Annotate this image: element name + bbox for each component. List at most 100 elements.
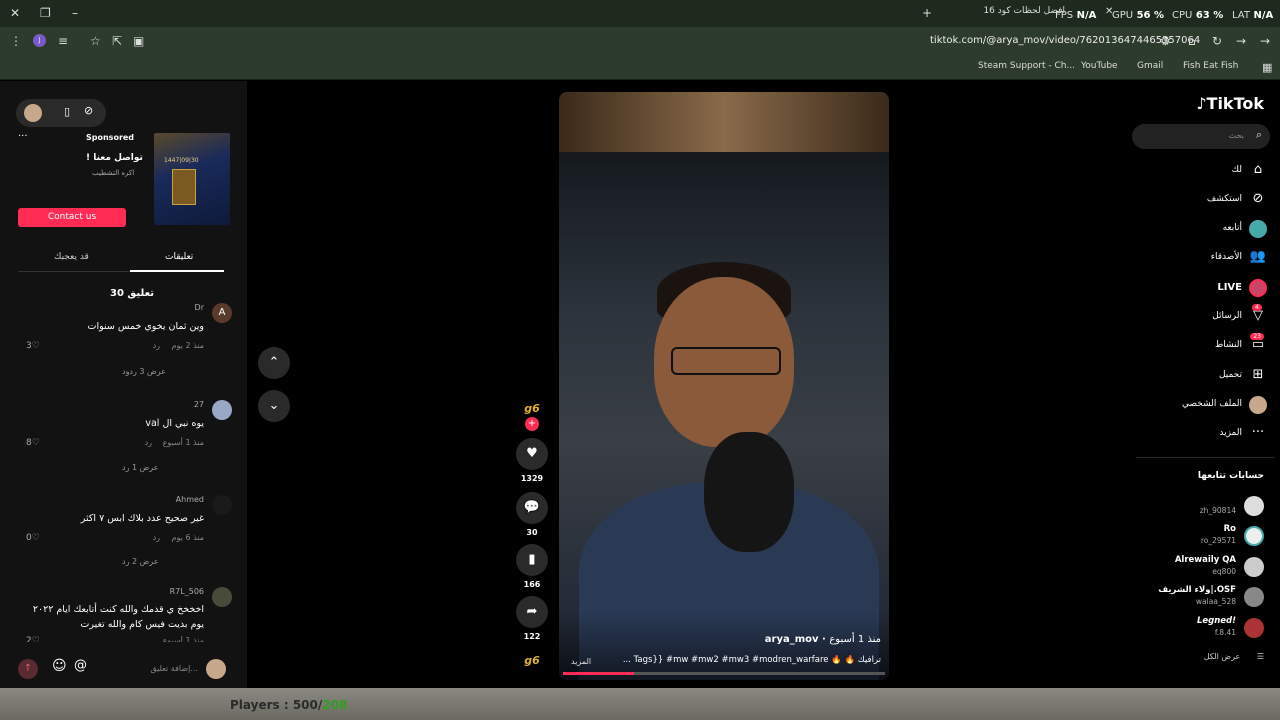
home-icon[interactable]: ⌂	[1188, 34, 1196, 48]
search-icon[interactable]: ⌕	[1256, 128, 1262, 142]
tiktok-logo[interactable]: ♪TikTok	[1196, 94, 1264, 113]
comment-author[interactable]: 27	[194, 400, 204, 409]
minimize-window-icon[interactable]: –	[72, 6, 78, 20]
restore-window-icon[interactable]: ❐	[40, 6, 51, 20]
avatar[interactable]	[24, 104, 42, 122]
game-overlay-bar: Players : 500/208	[0, 688, 1280, 720]
video-player[interactable]: arya_mov · منذ 1 أسبوع ترافيك 🔥 🔥 Tags}}…	[559, 92, 889, 680]
video-description: ترافيك 🔥 🔥 Tags}} #mw #mw2 #mw3 #modren_…	[622, 655, 881, 665]
like-button[interactable]: ♥	[516, 438, 548, 470]
bookmark-button[interactable]: ▮	[516, 544, 548, 576]
comment-time: منذ 6 يوم	[171, 533, 204, 542]
avatar[interactable]	[212, 400, 232, 420]
close-window-icon[interactable]: ✕	[10, 6, 20, 20]
star-icon[interactable]: ☆	[90, 34, 101, 48]
user-pill[interactable]: ▯ ⊘	[16, 99, 106, 127]
nav-explore[interactable]: استكشف ⊘	[1134, 190, 1274, 212]
contact-us-button[interactable]: Contact us	[18, 208, 126, 227]
emoji-icon[interactable]: ☺	[52, 658, 67, 674]
following-avatar	[1249, 220, 1267, 238]
nav-friends[interactable]: الأصدقاء 👥	[1134, 248, 1274, 270]
previous-video-button[interactable]: ⌃	[258, 347, 290, 379]
extensions-icon[interactable]: ▣	[133, 34, 144, 48]
video-author[interactable]: arya_mov · منذ 1 أسبوع	[765, 634, 881, 645]
compass-icon: ⊘	[1252, 191, 1264, 206]
following-item[interactable]: zh_90814	[1136, 493, 1266, 519]
view-replies[interactable]: عرض 3 ردود	[122, 367, 166, 376]
comment-likes[interactable]: 0♡	[26, 533, 40, 543]
bookmark-fish-eat-fish[interactable]: Fish Eat Fish	[1183, 61, 1238, 71]
view-replies[interactable]: عرض 1 رد	[122, 463, 158, 472]
comment-text: غير صحيح عدد بلاك ابس ٧ اكثر	[80, 513, 204, 524]
address-bar-row: ⋮ J ≡ ☆ ⇱ ▣ tiktok.com/@arya_mov/video/7…	[0, 27, 1280, 55]
sponsored-label: Sponsored	[86, 133, 135, 142]
bookmark-gmail[interactable]: Gmail	[1137, 61, 1163, 71]
comment-input[interactable]: إضافة تعليق...	[96, 660, 202, 678]
reply-button[interactable]: رد	[153, 341, 160, 350]
avatar[interactable]	[212, 495, 232, 515]
avatar[interactable]: A	[212, 303, 232, 323]
forward-icon[interactable]: →	[1236, 34, 1246, 48]
following-item[interactable]: Alrewaily QA eq800	[1136, 554, 1266, 580]
nav-activity[interactable]: النشاط ▭ 23	[1134, 333, 1274, 358]
reload-icon[interactable]: ↻	[1212, 34, 1222, 48]
comment-likes[interactable]: 2♡	[26, 636, 40, 642]
ad-image[interactable]: 1447|09|30	[154, 133, 230, 225]
video-more-button[interactable]: المزيد	[571, 657, 591, 666]
comment-author[interactable]: Dr	[195, 303, 204, 312]
comment-author[interactable]: R7L_506	[170, 587, 204, 596]
video-progress-bar[interactable]	[563, 672, 885, 675]
following-header: حسابات تتابعها	[1197, 471, 1264, 481]
following-item[interactable]: Legned! f.8.41	[1136, 615, 1266, 641]
tab-liked[interactable]: قد يعجبك	[54, 252, 89, 262]
see-all-button[interactable]: عرض الكل ☰	[1204, 652, 1264, 661]
search-input[interactable]: بحث ⌕	[1132, 124, 1270, 149]
comment-group: 💬 30	[515, 492, 549, 537]
tab-title[interactable]: أفضل لحظات كود 16	[945, 6, 1065, 16]
nav-live[interactable]: LIVE	[1134, 278, 1274, 300]
view-replies[interactable]: عرض 2 رد	[122, 557, 158, 566]
new-tab-icon[interactable]: +	[922, 6, 932, 20]
back-icon[interactable]: →	[1260, 34, 1270, 48]
nav-messages[interactable]: الرسائل ▽ 4	[1134, 304, 1274, 329]
mention-icon[interactable]: @	[74, 658, 87, 673]
share-button[interactable]: ➦	[516, 596, 548, 628]
like-group: ♥ 1329	[515, 438, 549, 483]
reply-button[interactable]: رد	[153, 533, 160, 542]
nav-upload[interactable]: تحميل ⊞	[1134, 366, 1274, 388]
site-settings-icon[interactable]: ⚙	[1160, 34, 1171, 48]
menu-dots-icon[interactable]: ⋮	[10, 34, 22, 48]
next-video-button[interactable]: ⌄	[258, 390, 290, 422]
comment-button[interactable]: 💬	[516, 492, 548, 524]
heart-icon: ♡	[31, 636, 40, 642]
comment-likes[interactable]: 3♡	[26, 341, 40, 351]
tab-comments[interactable]: تعليقات	[165, 252, 193, 262]
queue-icon[interactable]: ≡	[58, 34, 68, 48]
avatar	[1244, 526, 1264, 546]
comment-author[interactable]: Ahmed	[176, 495, 204, 504]
comment-time: منذ 1 أسبوع	[162, 438, 204, 447]
ad-more-icon[interactable]: ···	[18, 131, 28, 142]
comment-text: اخخخخ ي قدمك والله كنت أتابعك ايام ٢٠٢٢	[32, 604, 204, 615]
phone-icon[interactable]: ▯	[64, 105, 70, 118]
avatar	[1244, 496, 1264, 516]
video-progress-fill	[563, 672, 634, 675]
nav-more[interactable]: المزيد ···	[1134, 424, 1274, 446]
post-comment-button[interactable]: ↑	[18, 659, 38, 679]
nav-profile[interactable]: الملف الشخصي	[1134, 395, 1274, 417]
avatar[interactable]	[212, 587, 232, 607]
apps-grid-icon[interactable]: ▦	[1262, 61, 1272, 74]
bookmark-steam[interactable]: Steam Support - Ch...	[978, 61, 1075, 71]
profile-avatar[interactable]: J	[33, 34, 46, 47]
home-icon: ⌂	[1253, 162, 1263, 177]
nav-following[interactable]: أتابعه	[1134, 219, 1274, 241]
bookmark-youtube[interactable]: YouTube	[1081, 61, 1118, 71]
reply-button[interactable]: رد	[145, 438, 152, 447]
sound-disc-icon[interactable]: g6	[519, 648, 545, 674]
comment-likes[interactable]: 8♡	[26, 438, 40, 448]
compass-icon[interactable]: ⊘	[84, 104, 93, 117]
following-item[interactable]: ولاء الشريف|.OSF walaa_528	[1136, 584, 1266, 610]
following-item[interactable]: Ro ro_29571	[1136, 523, 1266, 549]
share-icon[interactable]: ⇱	[112, 34, 122, 48]
nav-for-you[interactable]: لك ⌂	[1134, 161, 1274, 183]
